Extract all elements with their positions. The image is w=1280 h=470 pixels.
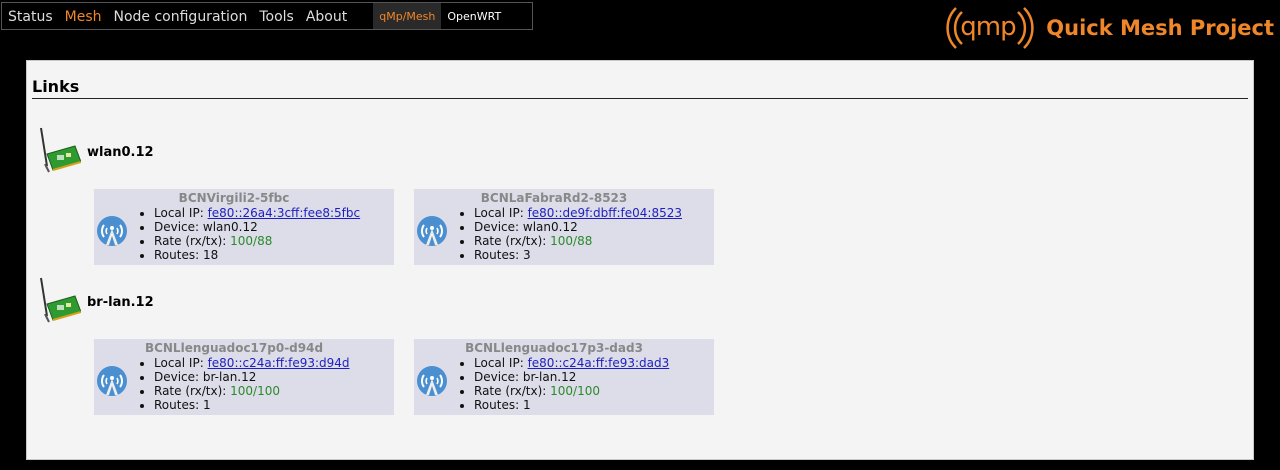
antenna-icon [416,365,448,401]
rate-value: 100/100 [550,384,600,398]
nav-spacer [353,3,373,29]
link-routes: Routes: 1 [154,398,350,412]
local-ip-label: Local IP: [154,356,208,370]
rate-label: Rate (rx/tx): [154,384,231,398]
link-routes: Routes: 18 [154,248,360,262]
main-panel: Links wlan0.12 BCNVirgili2-5fbc • Local … [26,60,1254,460]
menu-tools[interactable]: Tools [253,3,300,29]
link-details: Local IP: fe80::de9f:dbff:fe04:8523 Devi… [460,206,682,262]
logo[interactable]: qmp Quick Mesh Project [944,4,1274,52]
link-node-name: BCNLlenguadoc17p0-d94d [144,341,324,355]
page-title: Links [32,77,80,96]
menu-status[interactable]: Status [2,3,59,29]
local-ip-label: Local IP: [154,206,208,220]
interface-header-wlan: wlan0.12 [35,127,154,177]
antenna-icon [416,215,448,251]
link-rate: Rate (rx/tx): 100/88 [474,234,682,248]
local-ip-label: Local IP: [474,206,528,220]
link-card: BCNLlenguadoc17p3-dad3 Local IP: fe80::c… [414,339,714,415]
link-node-name: BCNLaFabraRd2-8523 [480,191,628,205]
rate-value: 100/88 [550,234,593,248]
link-local-ip: Local IP: fe80::26a4:3cff:fee8:5fbc [154,206,360,220]
link-rate: Rate (rx/tx): 100/88 [154,234,360,248]
link-card: BCNLlenguadoc17p0-d94d Local IP: fe80::c… [94,339,394,415]
local-ip-link[interactable]: fe80::c24a:ff:fe93:dad3 [528,356,670,370]
link-details: Local IP: fe80::c24a:ff:fe93:dad3 Device… [460,356,669,412]
link-local-ip: Local IP: fe80::c24a:ff:fe93:d94d [154,356,350,370]
link-node-name: BCNVirgili2-5fbc [178,191,290,205]
link-rate: Rate (rx/tx): 100/100 [474,384,669,398]
interface-name: br-lan.12 [87,294,154,310]
antenna-icon [96,215,128,251]
rate-label: Rate (rx/tx): [474,234,551,248]
link-local-ip: Local IP: fe80::de9f:dbff:fe04:8523 [474,206,682,220]
link-device: Device: wlan0.12 [154,220,360,234]
rate-label: Rate (rx/tx): [154,234,231,248]
link-card: BCNLaFabraRd2-8523 Local IP: fe80::de9f:… [414,189,714,265]
menu-about[interactable]: About [300,3,353,29]
link-device: Device: br-lan.12 [154,370,350,384]
submenu-qmp-mesh[interactable]: qMp/Mesh [373,3,442,29]
link-routes: Routes: 1 [474,398,669,412]
link-details: Local IP: fe80::c24a:ff:fe93:d94d Device… [140,356,350,412]
network-card-icon [35,276,82,328]
local-ip-link[interactable]: fe80::de9f:dbff:fe04:8523 [528,206,682,220]
link-device: Device: br-lan.12 [474,370,669,384]
rate-value: 100/100 [230,384,280,398]
link-rate: Rate (rx/tx): 100/100 [154,384,350,398]
top-nav: Status Mesh Node configuration Tools Abo… [1,2,533,30]
antenna-icon [96,365,128,401]
local-ip-link[interactable]: fe80::c24a:ff:fe93:d94d [208,356,350,370]
link-details: Local IP: fe80::26a4:3cff:fee8:5fbc Devi… [140,206,360,262]
rate-value: 100/88 [230,234,273,248]
local-ip-link[interactable]: fe80::26a4:3cff:fee8:5fbc [208,206,361,220]
interface-name: wlan0.12 [87,144,154,160]
qmp-logo-icon: qmp [944,4,1036,52]
title-divider [32,98,1248,99]
rate-label: Rate (rx/tx): [474,384,551,398]
local-ip-label: Local IP: [474,356,528,370]
logo-mark-text: qmp [960,12,1016,42]
link-card: BCNVirgili2-5fbc Local IP: fe80::26a4:3c… [94,189,394,265]
submenu-openwrt[interactable]: OpenWRT [441,3,507,29]
link-device: Device: wlan0.12 [474,220,682,234]
link-routes: Routes: 3 [474,248,682,262]
menu-node-configuration[interactable]: Node configuration [107,3,253,29]
interface-header-br-lan: br-lan.12 [35,277,154,327]
network-card-icon [35,126,82,178]
menu-mesh[interactable]: Mesh [59,3,108,29]
link-local-ip: Local IP: fe80::c24a:ff:fe93:dad3 [474,356,669,370]
link-node-name: BCNLlenguadoc17p3-dad3 [465,341,643,355]
logo-title: Quick Mesh Project [1046,16,1274,40]
